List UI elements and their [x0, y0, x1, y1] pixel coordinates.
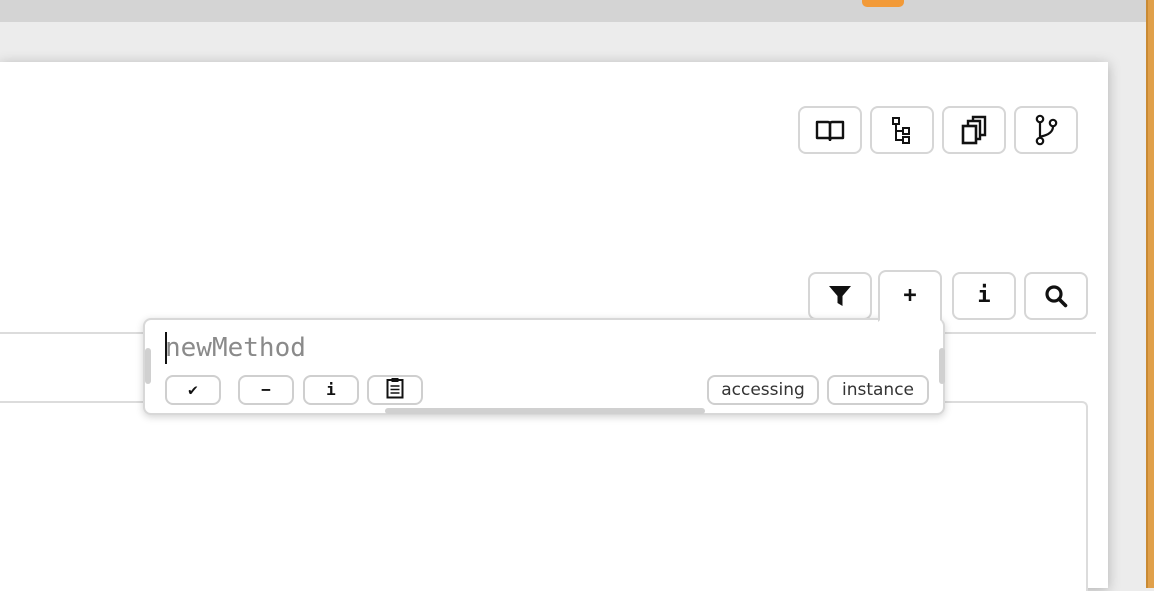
- popup-horizontal-scrollbar[interactable]: [385, 408, 705, 414]
- minus-icon: −: [261, 380, 271, 399]
- popup-resize-handle-right[interactable]: [939, 348, 945, 384]
- add-method-button[interactable]: +: [878, 270, 942, 322]
- accept-button[interactable]: ✔: [165, 375, 221, 405]
- clipboard-button[interactable]: [367, 375, 423, 405]
- right-edge-stripe-shade: [1146, 0, 1148, 588]
- popup-info-button[interactable]: i: [303, 375, 359, 405]
- side-tag[interactable]: instance: [827, 375, 929, 405]
- orange-tab-indicator[interactable]: [862, 0, 904, 7]
- branch-button[interactable]: [1014, 106, 1078, 154]
- book-button[interactable]: [798, 106, 862, 154]
- top-bar: [0, 0, 1146, 22]
- text-caret: [165, 332, 167, 364]
- method-source-pane[interactable]: [0, 401, 1088, 591]
- branch-icon: [1033, 114, 1059, 146]
- info-icon: i: [326, 380, 336, 399]
- hierarchy-button[interactable]: [870, 106, 934, 154]
- info-button[interactable]: i: [952, 272, 1016, 320]
- book-icon: [815, 119, 845, 141]
- search-icon: [1044, 284, 1068, 308]
- clipboard-icon: [386, 377, 404, 404]
- copy-windows-icon: [960, 115, 988, 145]
- remove-button[interactable]: −: [238, 375, 294, 405]
- method-name-input[interactable]: [165, 330, 905, 366]
- filter-icon: [828, 284, 852, 308]
- checkmark-icon: ✔: [188, 380, 198, 399]
- new-method-popup: ✔ − i accessing instance: [143, 318, 945, 415]
- search-button[interactable]: [1024, 272, 1088, 320]
- filter-button[interactable]: [808, 272, 872, 320]
- copy-windows-button[interactable]: [942, 106, 1006, 154]
- plus-icon: +: [903, 283, 917, 308]
- info-icon: i: [977, 283, 991, 308]
- tree-hierarchy-icon: [890, 116, 914, 144]
- protocol-tag[interactable]: accessing: [707, 375, 819, 405]
- popup-resize-handle-left[interactable]: [145, 348, 151, 384]
